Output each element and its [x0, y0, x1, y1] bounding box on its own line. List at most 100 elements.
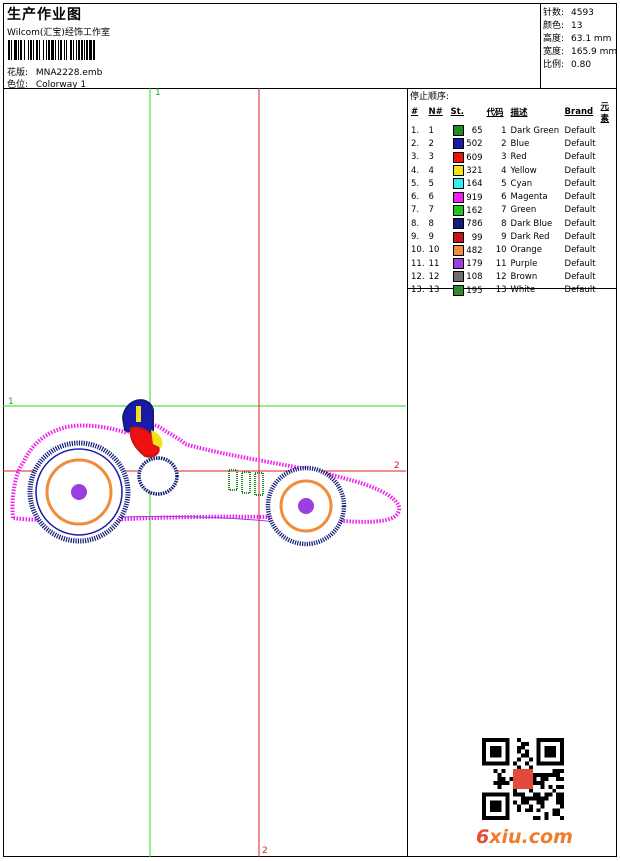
row-brand: Default [564, 125, 596, 136]
front-hub [298, 498, 314, 514]
color-swatch [452, 138, 464, 150]
row-description: Orange [510, 245, 542, 256]
table-row: 5. 5 164 5 Cyan Default [409, 177, 617, 190]
stat-label: 高度: [543, 34, 565, 44]
row-description: Cyan [510, 178, 533, 189]
stat-height: 高度: 63.1 mm [543, 31, 611, 44]
row-element [599, 190, 617, 203]
row-code: 11 [495, 258, 507, 269]
row-index: 10. [411, 245, 425, 256]
row-code: 1 [501, 125, 507, 136]
row-code: 3 [501, 152, 507, 163]
row-index: 2. [411, 138, 420, 149]
color-swatch [452, 165, 464, 177]
row-description: White [510, 285, 536, 296]
row-element [599, 230, 617, 243]
embroidery-preview [3, 88, 406, 857]
color-swatch [452, 178, 464, 190]
row-element [599, 284, 617, 297]
row-brand: Default [564, 178, 596, 189]
watermark-logo: 6xiu.com [476, 826, 573, 848]
color-swatch [452, 244, 464, 256]
table-row: 13. 13 195 13 White Default [409, 284, 617, 297]
row-number: 9 [428, 232, 434, 243]
stat-value: 165.9 mm [571, 47, 618, 57]
row-element [599, 151, 617, 164]
stat-stitches: 针数: 4593 [543, 5, 594, 18]
rear-hub [71, 484, 87, 500]
col-header: 元素 [600, 102, 610, 124]
row-description: Dark Green [510, 125, 560, 136]
stitch-count: 609 [466, 152, 483, 163]
row-description: Purple [510, 258, 538, 269]
stat-value: 0.80 [571, 60, 592, 70]
row-number: 5 [428, 178, 434, 189]
row-stitches: 164 [449, 177, 485, 190]
row-index: 4. [411, 165, 420, 176]
row-number: 4 [428, 165, 434, 176]
row-element [599, 164, 617, 177]
stitch-count: 164 [466, 179, 483, 190]
row-number: 10 [428, 245, 440, 256]
color-swatch [452, 271, 464, 283]
col-header: 描述 [510, 108, 528, 118]
row-code: 12 [495, 271, 507, 282]
row-index: 9. [411, 232, 420, 243]
color-swatch [452, 191, 464, 203]
row-brand: Default [564, 152, 596, 163]
stop-sequence: 停止顺序: # N# St. 代码 描述 Brand 元素 1. 1 65 1 Dark… [408, 88, 617, 296]
color-swatch [452, 258, 464, 270]
stitch-count: 179 [466, 259, 483, 270]
row-code: 8 [501, 218, 507, 229]
col-header: Brand [564, 107, 594, 117]
row-code: 13 [495, 285, 507, 296]
stitch-count: 108 [466, 272, 483, 283]
table-row: 10. 10 482 10 Orange Default [409, 244, 617, 257]
seal-stamp [513, 769, 533, 789]
table-row: 1. 1 65 1 Dark Green Default [409, 124, 617, 137]
row-stitches: 99 [449, 230, 485, 243]
page-title: 生产作业图 [7, 7, 82, 23]
row-brand: Default [564, 138, 596, 149]
row-number: 7 [428, 205, 434, 216]
row-number: 6 [428, 192, 434, 203]
table-row: 12. 12 108 12 Brown Default [409, 270, 617, 283]
color-sequence-table: # N# St. 代码 描述 Brand 元素 1. 1 65 1 Dark Green… [409, 100, 617, 297]
row-description: Green [510, 205, 537, 216]
color-swatch [452, 204, 464, 216]
row-brand: Default [564, 192, 596, 203]
row-stitches: 502 [449, 137, 485, 150]
header-stats: 针数: 4593 颜色: 13 高度: 63.1 mm 宽度: 165.9 mm 比例:… [540, 3, 618, 88]
row-element [599, 177, 617, 190]
stat-label: 针数: [543, 8, 565, 18]
stitch-count: 65 [471, 126, 483, 137]
color-swatch [452, 151, 464, 163]
guide-label-red-bottom: 2 [262, 846, 268, 856]
row-brand: Default [564, 218, 596, 229]
row-code: 4 [501, 165, 507, 176]
color-swatch [452, 284, 464, 296]
stat-colors: 颜色: 13 [543, 18, 582, 31]
vent-1 [228, 469, 238, 491]
row-element [599, 204, 617, 217]
stat-value: 63.1 mm [571, 34, 612, 44]
color-swatch [452, 231, 464, 243]
row-stitches: 195 [449, 284, 485, 297]
row-element [599, 270, 617, 283]
row-stitches: 179 [449, 257, 485, 270]
row-index: 11. [411, 258, 425, 269]
barcode-bar [93, 40, 95, 60]
stitch-count: 321 [466, 166, 483, 177]
software-name: Wilcom(汇宝)经饰工作室 [7, 28, 110, 38]
row-stitches: 321 [449, 164, 485, 177]
table-row: 11. 11 179 11 Purple Default [409, 257, 617, 270]
row-brand: Default [564, 245, 596, 256]
row-number: 3 [428, 152, 434, 163]
row-brand: Default [564, 205, 596, 216]
guide-label-green-top: 1 [155, 88, 161, 98]
row-stitches: 919 [449, 190, 485, 203]
color-swatch [452, 218, 464, 230]
row-code: 10 [495, 245, 507, 256]
row-element [599, 137, 617, 150]
stitch-count: 919 [466, 192, 483, 203]
